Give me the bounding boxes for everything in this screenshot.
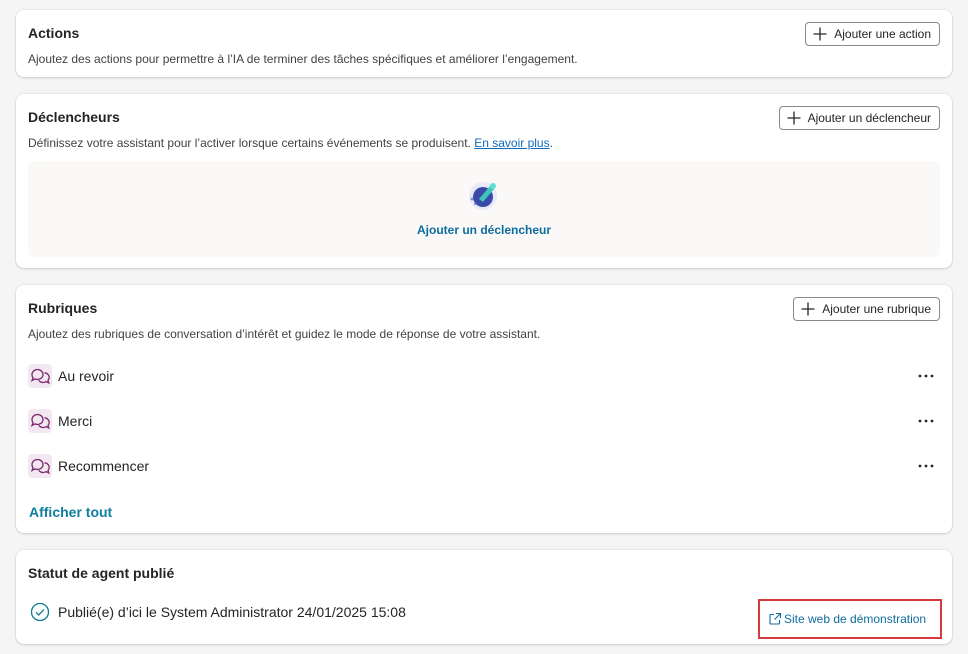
publish-title: Statut de agent publié xyxy=(28,565,175,581)
trigger-spark-icon xyxy=(469,182,497,210)
topics-description: Ajoutez des rubriques de conversation d’… xyxy=(28,327,541,341)
add-trigger-label: Ajouter un déclencheur xyxy=(807,111,931,125)
more-horizontal-icon[interactable] xyxy=(916,411,936,431)
actions-card: Actions Ajoutez des actions pour permett… xyxy=(16,10,952,77)
add-trigger-empty-link[interactable]: Ajouter un déclencheur xyxy=(28,223,940,237)
demo-website-link[interactable]: Site web de démonstration xyxy=(758,599,942,639)
publish-status-row: Publié(e) d’ici le System Administrator … xyxy=(30,602,406,622)
learn-more-suffix: . xyxy=(549,136,553,150)
plus-icon xyxy=(801,302,815,316)
triggers-description-text: Définissez votre assistant pour l’active… xyxy=(28,136,471,150)
topic-label: Merci xyxy=(58,413,93,429)
topic-label: Au revoir xyxy=(58,368,115,384)
plus-icon xyxy=(787,111,801,125)
plus-icon xyxy=(813,27,827,41)
add-topic-button[interactable]: Ajouter une rubrique xyxy=(793,297,940,321)
show-all-topics-link[interactable]: Afficher tout xyxy=(29,504,112,520)
learn-more-link[interactable]: En savoir plus xyxy=(474,136,549,150)
add-action-label: Ajouter une action xyxy=(834,27,931,41)
add-action-button[interactable]: Ajouter une action xyxy=(805,22,940,46)
triggers-card: Déclencheurs Définissez votre assistant … xyxy=(16,94,952,268)
more-horizontal-icon[interactable] xyxy=(916,456,936,476)
chat-bubbles-icon xyxy=(28,454,52,478)
topic-item-thanks[interactable]: Merci xyxy=(28,405,940,437)
publish-status-card: Statut de agent publié Publié(e) d’ici l… xyxy=(16,550,952,644)
topic-item-goodbye[interactable]: Au revoir xyxy=(28,360,940,392)
topic-item-restart[interactable]: Recommencer xyxy=(28,450,940,482)
triggers-title: Déclencheurs xyxy=(28,109,120,125)
chat-bubbles-icon xyxy=(28,364,52,388)
more-horizontal-icon[interactable] xyxy=(916,366,936,386)
actions-title: Actions xyxy=(28,25,80,41)
triggers-empty-state: Ajouter un déclencheur xyxy=(28,161,940,257)
add-trigger-button[interactable]: Ajouter un déclencheur xyxy=(778,106,940,130)
chat-bubbles-icon xyxy=(28,409,52,433)
publish-status-text: Publié(e) d’ici le System Administrator … xyxy=(58,604,406,620)
check-circle-icon xyxy=(30,602,50,622)
triggers-description: Définissez votre assistant pour l’active… xyxy=(28,136,553,150)
topic-label: Recommencer xyxy=(58,458,150,474)
open-external-icon xyxy=(769,612,782,625)
demo-website-label: Site web de démonstration xyxy=(784,612,927,626)
topics-card: Rubriques Ajoutez des rubriques de conve… xyxy=(16,285,952,533)
topics-title: Rubriques xyxy=(28,300,98,316)
add-topic-label: Ajouter une rubrique xyxy=(822,302,931,316)
actions-description: Ajoutez des actions pour permettre à l’I… xyxy=(28,52,578,66)
